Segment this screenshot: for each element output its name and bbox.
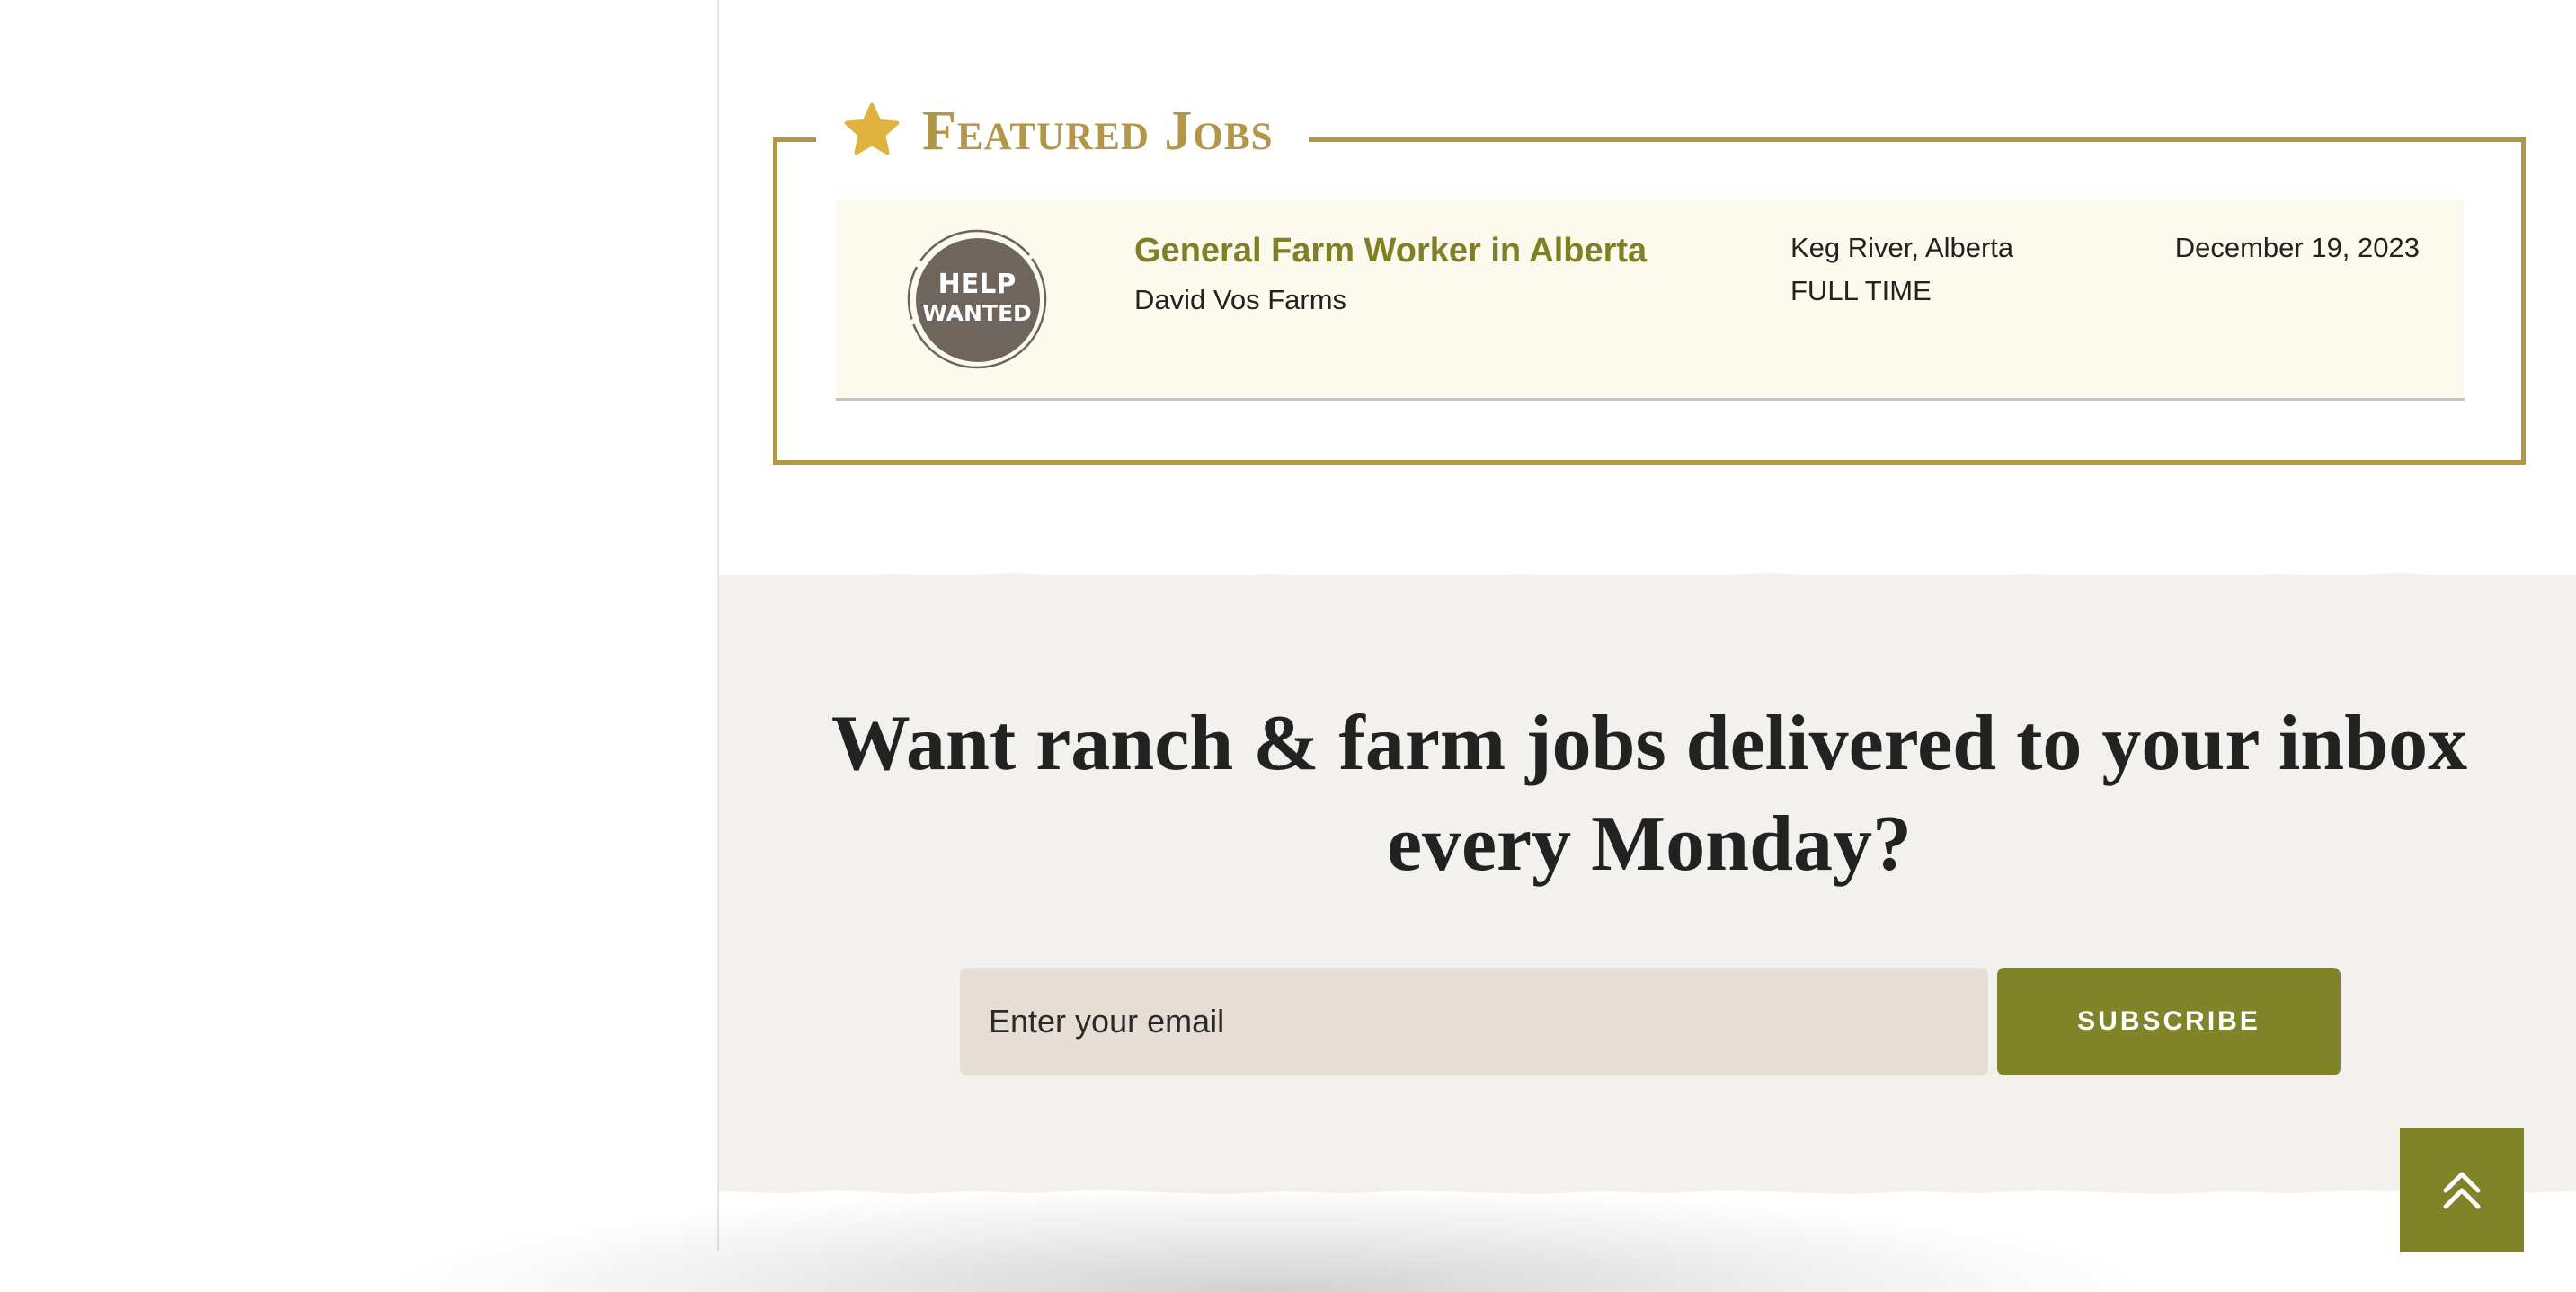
featured-jobs-title: Featured Jobs — [922, 101, 1274, 162]
job-location: Keg River, Alberta — [1790, 232, 2014, 263]
subscribe-button[interactable]: SUBSCRIBE — [1997, 968, 2341, 1075]
star-icon — [841, 102, 902, 161]
job-company: David Vos Farms — [1134, 284, 1347, 315]
job-date: December 19, 2023 — [2174, 232, 2420, 263]
email-input[interactable] — [960, 968, 1988, 1075]
help-wanted-logo: HELP WANTED — [906, 228, 1048, 370]
job-row[interactable]: HELP WANTED General Farm Worker in Albert… — [836, 199, 2465, 401]
newsletter-section: Want ranch & farm jobs delivered to your… — [719, 573, 2576, 1200]
left-blank-pane — [0, 0, 717, 1251]
job-type: FULL TIME — [1790, 275, 1932, 306]
help-wanted-logo-line1: HELP WANTED — [922, 269, 1032, 326]
torn-edge-top — [719, 573, 2576, 588]
featured-jobs-header: Featured Jobs — [816, 88, 1310, 174]
back-to-top-button[interactable] — [2400, 1128, 2524, 1252]
job-title-link[interactable]: General Farm Worker in Alberta — [1134, 232, 1647, 270]
torn-edge-bottom — [719, 1184, 2576, 1200]
newsletter-heading: Want ranch & farm jobs delivered to your… — [831, 700, 2468, 888]
double-chevron-up-icon — [2438, 1167, 2485, 1214]
